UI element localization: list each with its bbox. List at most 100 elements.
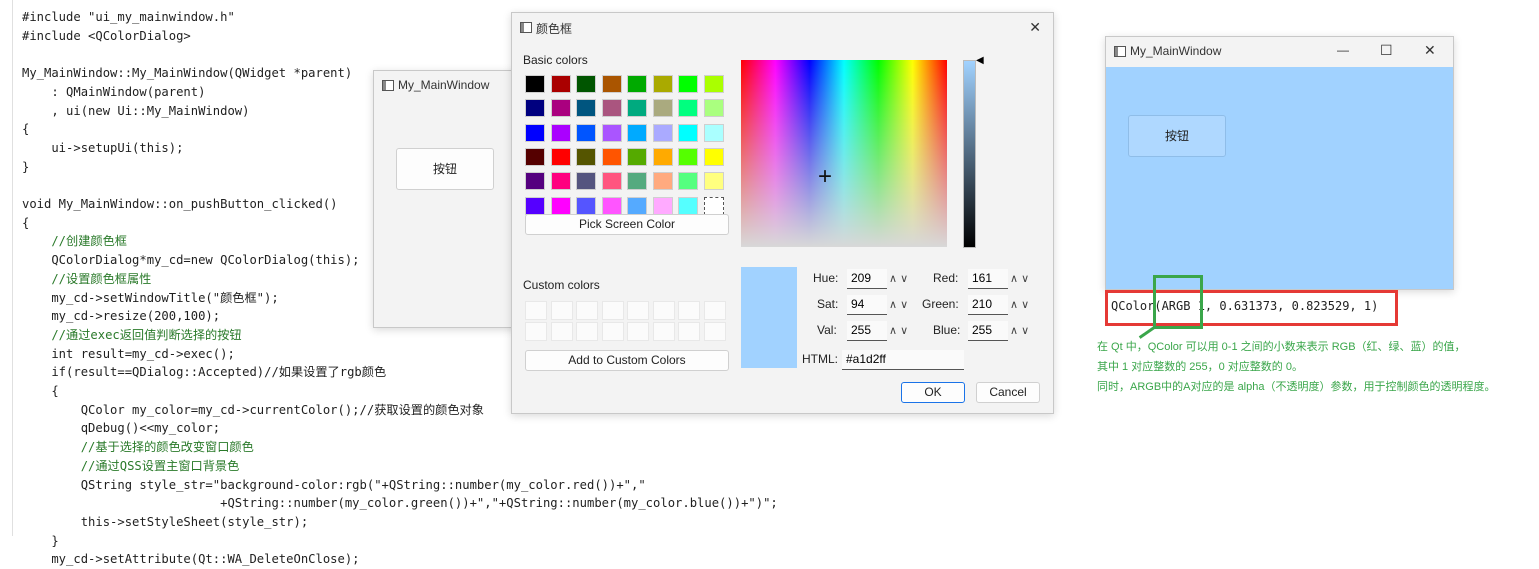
basic-color-swatch[interactable] xyxy=(703,123,724,142)
minimize-icon[interactable]: — xyxy=(1337,43,1349,57)
color-dialog-titlebar: 颜色框 ✕ xyxy=(512,13,1053,43)
basic-color-swatch[interactable] xyxy=(550,196,571,215)
basic-color-swatch[interactable] xyxy=(550,147,571,166)
basic-color-swatch[interactable] xyxy=(550,172,571,191)
result-window-button[interactable]: 按钮 xyxy=(1128,115,1226,157)
basic-color-swatch[interactable] xyxy=(550,99,571,118)
maximize-icon[interactable]: ☐ xyxy=(1380,42,1393,59)
custom-color-swatch[interactable] xyxy=(525,322,547,341)
basic-color-swatch[interactable] xyxy=(525,75,545,93)
basic-color-swatch[interactable] xyxy=(652,147,673,166)
basic-color-swatch[interactable] xyxy=(703,147,724,166)
custom-color-swatch[interactable] xyxy=(601,322,624,341)
small-window-button[interactable]: 按钮 xyxy=(396,148,494,190)
basic-color-swatch[interactable] xyxy=(576,75,596,93)
basic-color-swatch[interactable] xyxy=(601,123,622,142)
custom-color-swatch[interactable] xyxy=(652,301,675,320)
basic-color-swatch[interactable] xyxy=(550,123,571,142)
basic-color-swatch[interactable] xyxy=(678,99,698,118)
basic-color-swatch[interactable] xyxy=(703,99,724,118)
custom-color-swatch[interactable] xyxy=(627,301,649,320)
basic-color-swatch[interactable] xyxy=(627,75,647,93)
basic-color-swatch[interactable] xyxy=(678,123,698,142)
basic-color-swatch[interactable] xyxy=(576,147,596,166)
basic-color-swatch[interactable] xyxy=(576,172,596,191)
close-icon[interactable]: ✕ xyxy=(1424,42,1436,59)
sat-input[interactable]: 94 xyxy=(847,295,887,315)
color-spectrum[interactable]: + xyxy=(741,60,947,247)
custom-color-swatch[interactable] xyxy=(550,322,573,341)
add-to-custom-colors-button[interactable]: Add to Custom Colors xyxy=(525,350,729,371)
basic-color-swatch[interactable] xyxy=(627,99,647,118)
result-window-body: 按钮 xyxy=(1106,67,1453,289)
value-slider[interactable] xyxy=(963,60,976,248)
basic-color-swatch[interactable] xyxy=(525,172,545,191)
basic-color-swatch[interactable] xyxy=(601,99,622,118)
basic-color-swatch[interactable] xyxy=(703,75,724,93)
ok-button[interactable]: OK xyxy=(901,382,965,403)
basic-color-swatch[interactable] xyxy=(652,123,673,142)
green-input[interactable]: 210 xyxy=(968,295,1008,315)
html-input[interactable]: #a1d2ff xyxy=(842,350,964,370)
custom-color-swatch[interactable] xyxy=(627,322,649,341)
red-spin-arrows-icon[interactable]: ∧ ∨ xyxy=(1010,272,1029,285)
custom-color-swatch[interactable] xyxy=(678,322,700,341)
code-line: QColor my_color=my_cd->currentColor();//… xyxy=(22,402,484,417)
slider-handle-icon[interactable]: ◀ xyxy=(976,55,984,66)
basic-color-swatch[interactable] xyxy=(627,147,647,166)
custom-color-swatch[interactable] xyxy=(525,301,547,320)
basic-color-swatch[interactable] xyxy=(703,196,724,215)
hue-input[interactable]: 209 xyxy=(847,269,887,289)
custom-color-swatch[interactable] xyxy=(601,301,624,320)
green-spin-arrows-icon[interactable]: ∧ ∨ xyxy=(1010,298,1029,311)
basic-color-swatch[interactable] xyxy=(525,147,545,166)
custom-color-swatch[interactable] xyxy=(678,301,700,320)
basic-color-swatch[interactable] xyxy=(652,99,673,118)
custom-color-swatch[interactable] xyxy=(576,301,598,320)
code-line: //设置颜色框属性 xyxy=(22,271,152,286)
basic-color-swatch[interactable] xyxy=(601,172,622,191)
basic-color-swatch[interactable] xyxy=(601,75,622,93)
basic-color-swatch[interactable] xyxy=(678,172,698,191)
basic-color-swatch[interactable] xyxy=(627,172,647,191)
code-line: { xyxy=(22,215,30,230)
basic-color-swatch[interactable] xyxy=(678,196,698,215)
basic-color-swatch[interactable] xyxy=(576,196,596,215)
custom-color-swatch[interactable] xyxy=(576,322,598,341)
pick-screen-color-button[interactable]: Pick Screen Color xyxy=(525,214,729,235)
custom-color-swatch[interactable] xyxy=(703,301,726,320)
basic-color-swatch[interactable] xyxy=(652,196,673,215)
blue-input[interactable]: 255 xyxy=(968,321,1008,341)
code-line: #include "ui_my_mainwindow.h" xyxy=(22,10,235,24)
basic-color-swatch[interactable] xyxy=(525,196,545,215)
green-label: Green: xyxy=(922,297,959,311)
basic-color-swatch[interactable] xyxy=(652,75,673,93)
basic-color-swatch[interactable] xyxy=(576,99,596,118)
basic-color-swatch[interactable] xyxy=(627,196,647,215)
basic-color-swatch[interactable] xyxy=(525,99,545,118)
sat-spin-arrows-icon[interactable]: ∧ ∨ xyxy=(889,298,908,311)
val-input[interactable]: 255 xyxy=(847,321,887,341)
window-app-icon xyxy=(1114,46,1126,57)
basic-color-swatch[interactable] xyxy=(678,75,698,93)
basic-color-swatch[interactable] xyxy=(576,123,596,142)
basic-color-swatch[interactable] xyxy=(652,172,673,191)
custom-color-swatch[interactable] xyxy=(550,301,573,320)
custom-color-swatch[interactable] xyxy=(652,322,675,341)
basic-color-swatch[interactable] xyxy=(601,196,622,215)
close-icon[interactable]: ✕ xyxy=(1029,19,1041,36)
val-spin-arrows-icon[interactable]: ∧ ∨ xyxy=(889,324,908,337)
basic-color-swatch[interactable] xyxy=(525,123,545,142)
custom-color-swatch[interactable] xyxy=(703,322,726,341)
debug-output-box: QColor(ARGB 1, 0.631373, 0.823529, 1) xyxy=(1105,290,1398,326)
red-input[interactable]: 161 xyxy=(968,269,1008,289)
basic-color-swatch[interactable] xyxy=(601,147,622,166)
blue-spin-arrows-icon[interactable]: ∧ ∨ xyxy=(1010,324,1029,337)
basic-color-swatch[interactable] xyxy=(678,147,698,166)
cancel-button[interactable]: Cancel xyxy=(976,382,1040,403)
basic-color-swatch[interactable] xyxy=(627,123,647,142)
basic-color-swatch[interactable] xyxy=(550,75,571,93)
basic-color-swatch[interactable] xyxy=(703,172,724,191)
hue-spin-arrows-icon[interactable]: ∧ ∨ xyxy=(889,272,908,285)
code-line: //基于选择的颜色改变窗口颜色 xyxy=(22,440,254,455)
